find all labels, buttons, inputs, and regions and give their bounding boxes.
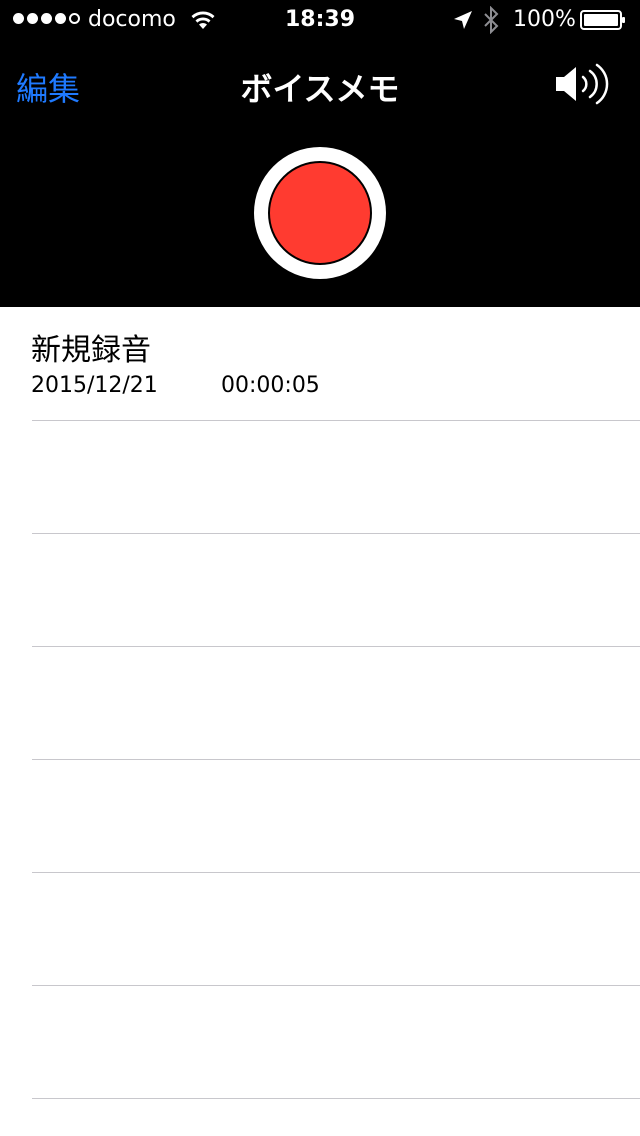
signal-strength-icon (13, 13, 80, 29)
row-separator (32, 533, 640, 534)
speaker-icon[interactable] (554, 62, 610, 106)
recordings-list: 新規録音 2015/12/21 00:00:05 (0, 307, 640, 1099)
header-area: docomo 18:39 100% 編集 ボイスメモ (0, 0, 640, 307)
row-separator (32, 985, 640, 986)
signal-dot (27, 13, 38, 24)
row-separator (32, 646, 640, 647)
recording-item[interactable]: 新規録音 2015/12/21 00:00:05 (0, 307, 640, 420)
wifi-icon (191, 11, 215, 29)
record-button[interactable] (254, 147, 386, 279)
signal-dot (13, 13, 24, 24)
signal-dot-empty (69, 13, 80, 24)
location-arrow-icon (454, 11, 472, 29)
row-separator (32, 759, 640, 760)
battery-icon (580, 10, 625, 30)
recording-date: 2015/12/21 (31, 373, 158, 398)
navigation-bar: 編集 ボイスメモ (0, 40, 640, 128)
page-title: ボイスメモ (240, 70, 400, 108)
row-separator (32, 420, 640, 421)
signal-dot (41, 13, 52, 24)
voice-memos-screen: docomo 18:39 100% 編集 ボイスメモ 新規録音 2015/12/… (0, 0, 640, 1136)
signal-dot (55, 13, 66, 24)
row-separator (32, 872, 640, 873)
status-bar: docomo 18:39 100% (0, 0, 640, 40)
recording-title: 新規録音 (31, 333, 151, 368)
battery-percent: 100% (513, 7, 576, 32)
record-icon (268, 161, 372, 265)
edit-button[interactable]: 編集 (16, 64, 80, 110)
recording-duration: 00:00:05 (221, 373, 320, 398)
bluetooth-icon (484, 6, 499, 34)
carrier-name: docomo (88, 7, 176, 32)
row-separator (32, 1098, 640, 1099)
